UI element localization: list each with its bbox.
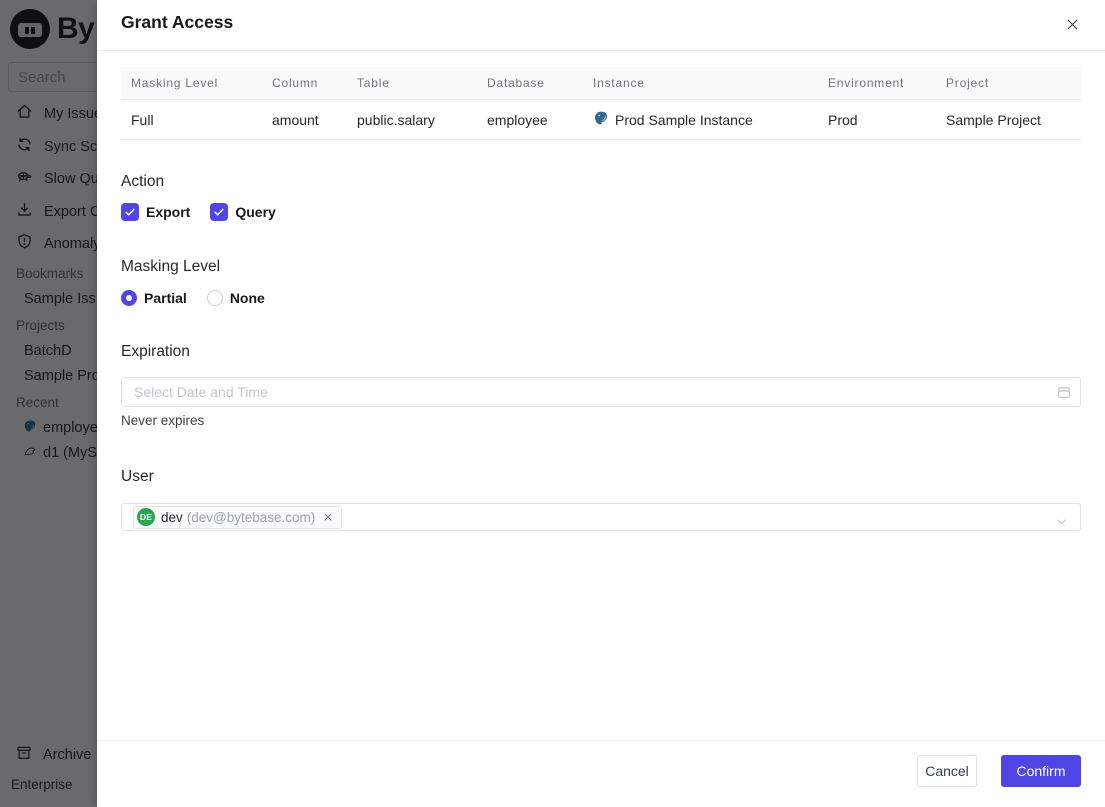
cancel-button[interactable]: Cancel xyxy=(917,755,977,787)
cell-instance: Prod Sample Instance xyxy=(583,110,818,129)
checkbox-checked-icon xyxy=(210,203,229,221)
expiration-hint: Never expires xyxy=(121,413,205,428)
app-root: By My Issue Sync Sc Slow Qu Export C xyxy=(0,0,1105,807)
avatar: DE xyxy=(137,508,155,526)
radio-selected-icon xyxy=(121,290,137,306)
user-label: User xyxy=(121,468,154,485)
masking-table: Masking Level Column Table Database Inst… xyxy=(121,67,1081,140)
confirm-button[interactable]: Confirm xyxy=(1001,755,1081,787)
remove-user-icon[interactable] xyxy=(322,511,334,523)
radio-unselected-icon xyxy=(206,290,223,306)
col-header-instance: Instance xyxy=(593,76,645,90)
col-header-table: Table xyxy=(357,76,390,90)
partial-radio[interactable]: Partial xyxy=(121,290,187,306)
table-row: Full amount public.salary employee Prod … xyxy=(121,100,1081,140)
col-header-column: Column xyxy=(272,76,319,90)
cell-project: Sample Project xyxy=(946,111,1041,128)
user-tag: DE dev (dev@bytebase.com) xyxy=(133,505,343,529)
table-header-row: Masking Level Column Table Database Inst… xyxy=(121,67,1081,100)
user-name: dev xyxy=(161,509,183,525)
instance-name: Prod Sample Instance xyxy=(615,111,753,128)
checkbox-checked-icon xyxy=(121,203,139,221)
checkbox-label: Export xyxy=(146,204,191,220)
cell-database: employee xyxy=(487,111,548,128)
close-icon[interactable] xyxy=(1059,11,1085,37)
masking-level-label: Masking Level xyxy=(121,258,221,275)
cell-column: amount xyxy=(272,111,319,128)
masking-options: Partial None xyxy=(121,290,285,306)
expiration-date-input[interactable] xyxy=(121,377,1081,407)
user-select[interactable]: DE dev (dev@bytebase.com) xyxy=(121,503,1081,531)
radio-label: None xyxy=(229,290,265,306)
radio-label: Partial xyxy=(144,290,187,306)
checkbox-label: Query xyxy=(235,204,276,220)
postgres-icon xyxy=(593,110,609,129)
col-header-environment: Environment xyxy=(828,76,905,90)
query-checkbox[interactable]: Query xyxy=(210,203,276,221)
export-checkbox[interactable]: Export xyxy=(121,203,190,221)
col-header-masking-level: Masking Level xyxy=(131,76,219,90)
footer-divider xyxy=(97,740,1105,741)
action-label: Action xyxy=(121,173,165,190)
modal-overlay[interactable] xyxy=(0,0,97,807)
dialog-title: Grant Access xyxy=(121,12,234,32)
expiration-label: Expiration xyxy=(121,343,190,360)
header-divider xyxy=(97,50,1105,51)
col-header-project: Project xyxy=(946,76,989,90)
action-options: Export Query xyxy=(121,203,296,221)
chevron-down-icon xyxy=(1054,514,1069,534)
cell-table: public.salary xyxy=(357,111,435,128)
user-email: (dev@bytebase.com) xyxy=(186,509,316,525)
cell-environment: Prod xyxy=(828,111,858,128)
grant-access-dialog: Grant Access Masking Level Column Table … xyxy=(97,0,1105,807)
none-radio[interactable]: None xyxy=(206,290,265,306)
cell-masking-level: Full xyxy=(131,111,154,128)
col-header-database: Database xyxy=(487,76,545,90)
